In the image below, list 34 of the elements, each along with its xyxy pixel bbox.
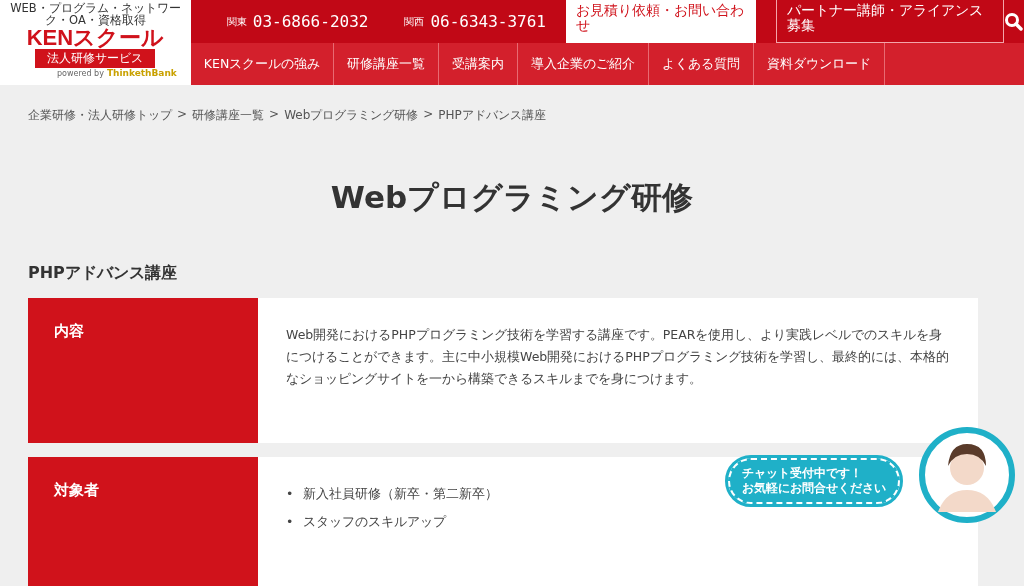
logo[interactable]: WEB・プログラム・ネットワーク・OA・資格取得 KENスクール 法人研修サービス powered by ThinkethBank — [0, 0, 191, 85]
breadcrumb-separator: > — [177, 107, 188, 123]
nav-item[interactable]: よくある質問 — [649, 43, 755, 85]
nav-item[interactable]: 受講案内 — [439, 43, 519, 85]
phone-number[interactable]: 06-6343-3761 — [430, 12, 546, 31]
breadcrumb-link[interactable]: 研修講座一覧 — [192, 107, 265, 124]
chat-avatar-icon[interactable] — [918, 426, 1016, 524]
list-item: スタッフのスキルアップ — [303, 513, 447, 531]
section-title: PHPアドバンス講座 — [28, 263, 178, 284]
service-label: 法人研修サービス — [35, 49, 156, 68]
nav-item[interactable]: 研修講座一覧 — [334, 43, 440, 85]
search-icon[interactable] — [1004, 11, 1024, 32]
nav-item[interactable]: 導入企業のご紹介 — [518, 43, 650, 85]
phone-number[interactable]: 03-6866-2032 — [252, 12, 369, 31]
brand-name: KENスクール — [26, 26, 165, 49]
region-label: 関西 — [404, 14, 425, 29]
list-item: 新入社員研修（新卒・第二新卒） — [303, 485, 499, 503]
logo-tagline: WEB・プログラム・ネットワーク・OA・資格取得 — [9, 2, 182, 26]
region-label: 関東 — [226, 14, 247, 29]
nav-item[interactable]: KENスクールの強み — [190, 43, 335, 85]
breadcrumb-separator: > — [269, 107, 280, 123]
partner-logo: ThinkethBank — [106, 68, 177, 78]
page-title: Webプログラミング研修 — [329, 178, 695, 217]
breadcrumb-link[interactable]: 企業研修・法人研修トップ — [28, 107, 172, 124]
row-description: Web開発におけるPHPプログラミング技術を学習する講座です。PEARを使用し、より実践レベルでのスキルを身につけることができます。主に中小規模Web開発におけるPHPプログラミング技術を学習し、最終的には、本格的なショッピングサイトを一から構築できるスキルまでを身につけます。 — [258, 298, 978, 443]
nav-item[interactable]: 資料ダウンロード — [754, 43, 886, 85]
row-label: 内容 — [28, 298, 258, 443]
breadcrumb-separator: > — [423, 107, 434, 123]
breadcrumb-link[interactable]: Webプログラミング研修 — [284, 107, 419, 124]
row-label: 対象者 — [28, 457, 258, 586]
bullet: • — [286, 513, 294, 531]
contact-button[interactable]: お見積り依頼・お問い合わせ — [566, 0, 756, 43]
bullet: • — [286, 485, 294, 503]
powered-by: powered by — [57, 69, 104, 78]
